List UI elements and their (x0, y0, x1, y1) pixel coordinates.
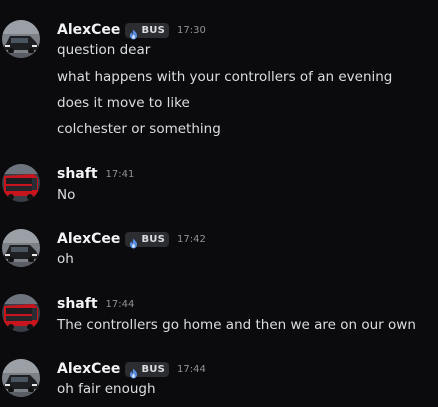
message-timestamp[interactable]: 17:41 (106, 169, 135, 180)
message-text: what happens with your controllers of an… (57, 69, 393, 85)
flame-icon (128, 234, 139, 248)
message-text: The controllers go home and then we are … (57, 317, 416, 333)
red-bus-avatar-icon (2, 294, 40, 332)
car-avatar-icon (2, 229, 40, 267)
avatar-shaft[interactable] (2, 164, 40, 202)
message-timestamp[interactable]: 17:44 (106, 299, 135, 310)
username[interactable]: shaft (57, 166, 98, 182)
avatar-shaft[interactable] (2, 294, 40, 332)
car-avatar-icon (2, 359, 40, 397)
user-tag-label: BUS (141, 24, 165, 36)
message-header: AlexCee BUS 17:42 (57, 229, 206, 249)
user-tag[interactable]: BUS (125, 231, 169, 248)
message-header: AlexCee BUS 17:44 (57, 359, 206, 379)
red-bus-avatar-icon (2, 164, 40, 202)
message-text: oh fair enough (57, 381, 156, 397)
user-tag-label: BUS (141, 363, 165, 375)
username[interactable]: AlexCee (57, 231, 120, 247)
message-text: No (57, 187, 76, 203)
avatar-alexcee[interactable] (2, 229, 40, 267)
flame-icon (128, 364, 139, 378)
chat-message-list: AlexCee BUS 17:30 question dear what hap… (0, 0, 438, 407)
user-tag-label: BUS (141, 233, 165, 245)
message-timestamp[interactable]: 17:30 (177, 25, 206, 36)
username[interactable]: AlexCee (57, 361, 120, 377)
message-timestamp[interactable]: 17:44 (177, 364, 206, 375)
avatar-alexcee[interactable] (2, 359, 40, 397)
message-timestamp[interactable]: 17:42 (177, 234, 206, 245)
message-header: AlexCee BUS 17:30 (57, 20, 206, 40)
username[interactable]: AlexCee (57, 22, 120, 38)
message-text: colchester or something (57, 121, 221, 137)
user-tag[interactable]: BUS (125, 361, 169, 378)
message-text: does it move to like (57, 95, 190, 111)
message-header: shaft 17:41 (57, 164, 134, 184)
avatar-alexcee[interactable] (2, 20, 40, 58)
message-header: shaft 17:44 (57, 294, 134, 314)
car-avatar-icon (2, 20, 40, 58)
username[interactable]: shaft (57, 296, 98, 312)
user-tag[interactable]: BUS (125, 22, 169, 39)
message-text: question dear (57, 42, 151, 58)
flame-icon (128, 25, 139, 39)
message-text: oh (57, 251, 74, 267)
